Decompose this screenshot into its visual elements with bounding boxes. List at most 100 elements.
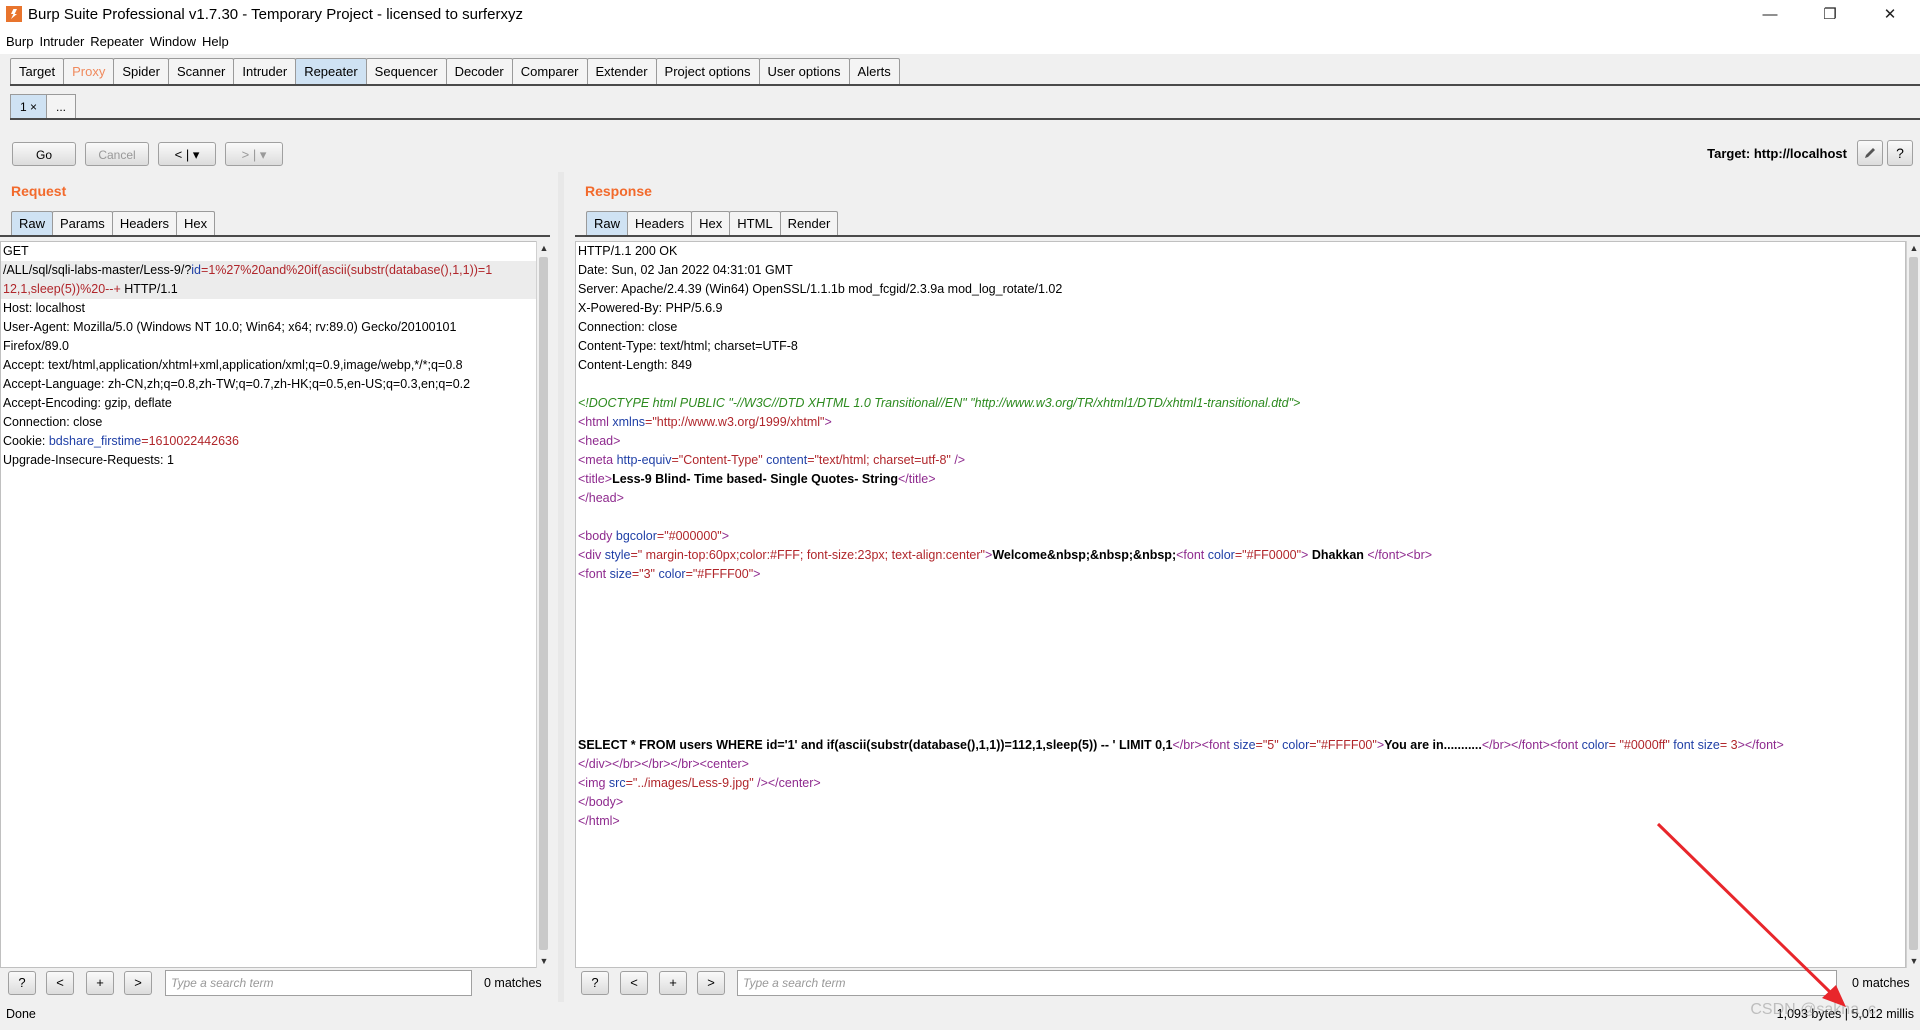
response-line: <!DOCTYPE html PUBLIC "-//W3C//DTD XHTML… [578,396,1301,410]
status-text: Done [6,1007,36,1021]
pencil-icon [1865,148,1875,158]
maximize-button[interactable]: ❐ [1800,0,1860,28]
response-line: <font size="3" color="#FFFF00"> [578,567,761,581]
response-line: <img src="../images/Less-9.jpg" /></cent… [578,776,821,790]
response-tab-raw[interactable]: Raw [586,211,629,236]
request-tab-hex[interactable]: Hex [175,211,216,236]
tab-comparer[interactable]: Comparer [511,58,588,84]
tab-alerts[interactable]: Alerts [848,58,900,84]
scroll-up-icon[interactable]: ▲ [1907,241,1920,255]
request-tab-divider [0,235,550,237]
response-line: Server: Apache/2.4.39 (Win64) OpenSSL/1.… [578,282,1063,296]
response-line: <div style=" margin-top:60px;color:#FFF;… [578,548,1433,562]
response-line: </body> [578,795,624,809]
response-line: Content-Type: text/html; charset=UTF-8 [578,339,798,353]
help-button[interactable]: ? [1887,140,1913,166]
response-line: SELECT * FROM users WHERE id='1' and if(… [578,738,1784,752]
tab-sequencer[interactable]: Sequencer [365,58,447,84]
tab-scanner[interactable]: Scanner [167,58,235,84]
request-tab-raw[interactable]: Raw [11,211,54,236]
request-tab-params[interactable]: Params [52,211,113,236]
burp-logo-icon [6,6,22,22]
response-search-input[interactable]: Type a search term [737,970,1837,996]
request-line: Firefox/89.0 [3,339,70,353]
response-tab-hex[interactable]: Hex [691,211,731,236]
request-line: Upgrade-Insecure-Requests: 1 [3,453,174,467]
tab-intruder[interactable]: Intruder [233,58,297,84]
request-search-next-button[interactable]: > [124,971,152,995]
response-line: X-Powered-By: PHP/5.6.9 [578,301,723,315]
request-editor[interactable]: GET /ALL/sql/sqli-labs-master/Less-9/?id… [0,241,550,968]
request-line: User-Agent: Mozilla/5.0 (Windows NT 10.0… [3,320,457,334]
tab-proxy[interactable]: Proxy [63,58,115,84]
back-button[interactable]: < | ▾ [158,142,216,166]
tab-project-options[interactable]: Project options [655,58,760,84]
main-tabs: Target Proxy Spider Scanner Intruder Rep… [10,58,900,84]
repeater-tab-new[interactable]: ... [46,94,77,119]
response-tab-headers[interactable]: Headers [627,211,693,236]
request-line: /ALL/sql/sqli-labs-master/Less-9/?id=1%2… [1,261,549,280]
scroll-thumb[interactable] [1909,257,1918,950]
tab-spider[interactable]: Spider [113,58,169,84]
response-search-add-button[interactable]: + [659,971,687,995]
tab-user-options[interactable]: User options [758,58,850,84]
close-button[interactable]: ✕ [1860,0,1920,28]
tab-decoder[interactable]: Decoder [445,58,513,84]
response-line: </div></br></br></br><center> [578,757,749,771]
response-title: Response [585,183,652,199]
menu-repeater[interactable]: Repeater [90,34,143,49]
go-button[interactable]: Go [12,142,76,166]
response-line: Content-Length: 849 [578,358,692,372]
response-search-prev-button[interactable]: < [620,971,648,995]
response-line: Date: Sun, 02 Jan 2022 04:31:01 GMT [578,263,793,277]
watermark: CSDN @sakha_c [1750,1001,1876,1018]
request-line: Accept-Language: zh-CN,zh;q=0.8,zh-TW;q=… [3,377,471,391]
repeater-tabs: 1 × ... [10,94,77,119]
menu-window[interactable]: Window [150,34,196,49]
request-search-prev-button[interactable]: < [46,971,74,995]
repeater-tab-1[interactable]: 1 × [10,94,48,119]
request-search-help-button[interactable]: ? [8,971,36,995]
menu-intruder[interactable]: Intruder [39,34,84,49]
tab-extender[interactable]: Extender [586,58,657,84]
edit-target-button[interactable] [1857,140,1883,166]
cancel-button[interactable]: Cancel [85,142,149,166]
menu-help[interactable]: Help [202,34,229,49]
request-search-add-button[interactable]: + [86,971,114,995]
response-line: <title>Less-9 Blind- Time based- Single … [578,472,936,486]
tab-repeater[interactable]: Repeater [295,58,367,84]
scroll-down-icon[interactable]: ▼ [1907,954,1920,968]
response-line: <body bgcolor="#000000"> [578,529,730,543]
target-label: Target: http://localhost [1707,146,1847,161]
response-line: </html> [578,814,620,828]
scroll-thumb[interactable] [539,257,548,950]
response-line: <head> [578,434,621,448]
menu-bar: Burp Intruder Repeater Window Help [0,28,1920,54]
request-tab-headers[interactable]: Headers [111,211,177,236]
response-line: </head> [578,491,624,505]
response-search-next-button[interactable]: > [697,971,725,995]
response-tab-render[interactable]: Render [779,211,839,236]
request-title: Request [11,183,67,199]
menu-burp[interactable]: Burp [6,34,33,49]
title-bar: Burp Suite Professional v1.7.30 - Tempor… [0,0,1920,28]
forward-button[interactable]: > | ▾ [225,142,283,166]
response-tab-html[interactable]: HTML [729,211,781,236]
request-search-input[interactable]: Type a search term [165,970,472,996]
response-scrollbar[interactable]: ▲ ▼ [1906,241,1920,968]
scroll-down-icon[interactable]: ▼ [537,954,551,968]
request-matches: 0 matches [484,976,542,990]
request-line: Accept: text/html,application/xhtml+xml,… [3,358,463,372]
request-scrollbar[interactable]: ▲ ▼ [536,241,550,968]
request-line: Cookie: bdshare_firstime=1610022442636 [3,434,239,448]
request-tabs: Raw Params Headers Hex [11,211,216,236]
tab-target[interactable]: Target [10,58,65,84]
window-controls: — ❐ ✕ [1740,0,1920,28]
response-editor[interactable]: HTTP/1.1 200 OK Date: Sun, 02 Jan 2022 0… [575,241,1906,968]
response-search-help-button[interactable]: ? [581,971,609,995]
split-divider[interactable] [558,172,564,1002]
request-line: 12,1,sleep(5))%20--+ HTTP/1.1 [1,280,549,299]
minimize-button[interactable]: — [1740,0,1800,28]
scroll-up-icon[interactable]: ▲ [537,241,551,255]
